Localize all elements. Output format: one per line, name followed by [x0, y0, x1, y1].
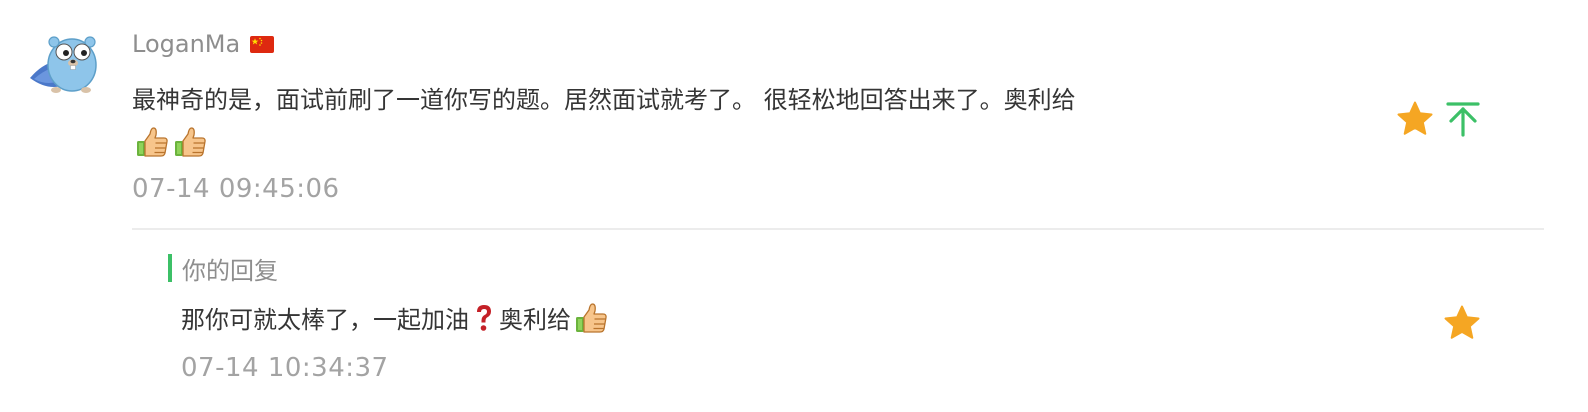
- thumbs-up-icon: [172, 124, 208, 160]
- reply-bar: [168, 254, 172, 282]
- star-icon[interactable]: [1442, 303, 1482, 343]
- reply-text: 那你可就太棒了，一起加油 奥利给: [181, 298, 609, 342]
- reply-label: 你的回复: [182, 256, 278, 285]
- gopher-avatar-icon[interactable]: [28, 28, 104, 94]
- thumbs-up-icon: [573, 300, 609, 336]
- pin-top-icon[interactable]: [1443, 99, 1483, 139]
- china-flag-icon: [250, 35, 275, 53]
- comment-timestamp: 07-14 09:45:06: [132, 174, 340, 204]
- comment-card: LoganMa 最神奇的是，面试前刷了一道你写的题。居然面试就考了。 很轻松地回…: [0, 0, 1588, 412]
- author-name[interactable]: LoganMa: [132, 30, 240, 58]
- author-row: LoganMa: [132, 26, 275, 62]
- question-mark-icon: [477, 305, 491, 331]
- reply-header: 你的回复: [168, 252, 278, 285]
- star-icon[interactable]: [1395, 99, 1435, 139]
- divider: [132, 228, 1544, 230]
- reply-timestamp: 07-14 10:34:37: [181, 353, 389, 383]
- reply-text-after: 奥利给: [499, 306, 571, 334]
- comment-body: 最神奇的是，面试前刷了一道你写的题。居然面试就考了。 很轻松地回答出来了。奥利给: [132, 86, 1076, 114]
- comment-text: 最神奇的是，面试前刷了一道你写的题。居然面试就考了。 很轻松地回答出来了。奥利给: [132, 78, 1092, 166]
- thumbs-up-icon: [134, 124, 170, 160]
- reply-text-before: 那你可就太棒了，一起加油: [181, 306, 469, 334]
